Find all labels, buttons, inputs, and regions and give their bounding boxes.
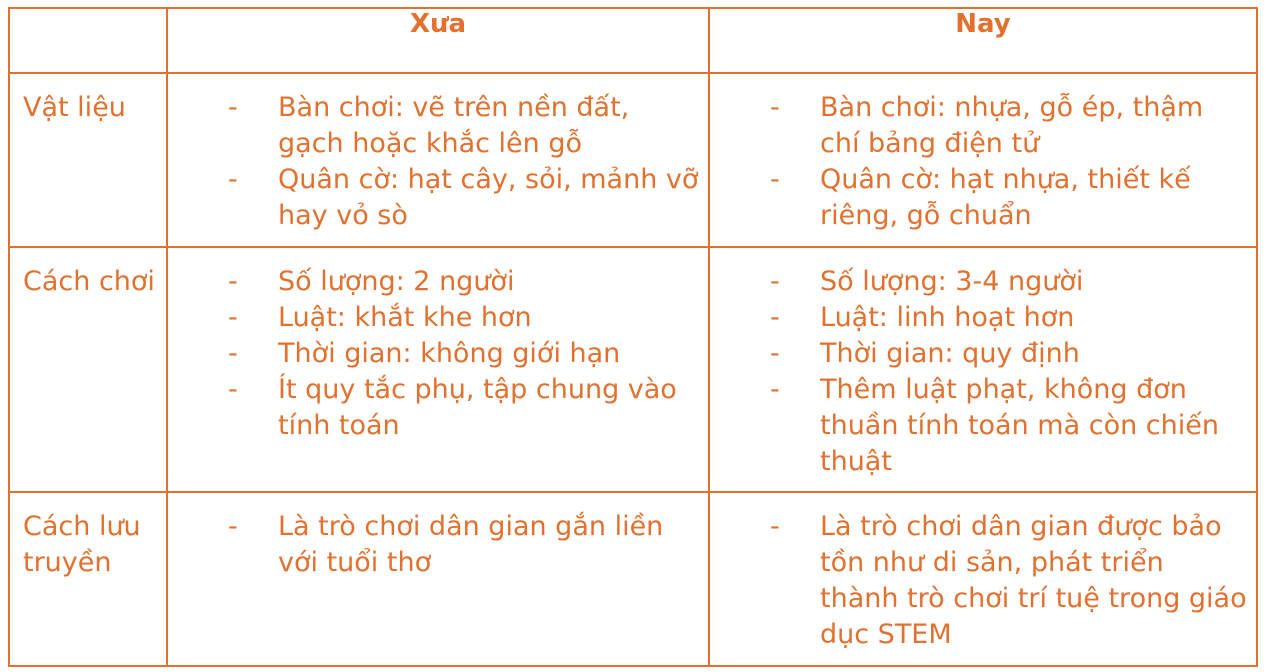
list-item: - Quân cờ: hạt cây, sỏi, mảnh vỡ hay vỏ s… (168, 162, 700, 234)
dash-bullet: - (228, 338, 238, 369)
row-label-heritage: Cách lưu truyền (23, 511, 141, 578)
old-cell: - Là trò chơi dân gian gắn liền với tuổi … (166, 491, 710, 667)
dash-bullet: - (228, 266, 238, 297)
new-list: - Bàn chơi: nhựa, gỗ ép, thậm chí bảng đi… (710, 74, 1256, 234)
dash-bullet: - (770, 164, 780, 195)
list-item-text: Luật: linh hoạt hơn (820, 302, 1075, 333)
dash-bullet: - (228, 92, 238, 123)
old-cell: - Số lượng: 2 người - Luật: khắt khe hơn -… (166, 246, 710, 493)
header-old: Xưa (166, 7, 710, 74)
list-item-text: Bàn chơi: nhựa, gỗ ép, thậm chí bảng điệ… (820, 92, 1204, 159)
dash-bullet: - (770, 511, 780, 542)
list-item-text: Ít quy tắc phụ, tập chung vào tính toán (278, 374, 677, 441)
list-item-text: Bàn chơi: vẽ trên nền đất, gạch hoặc khắ… (278, 92, 630, 159)
comparison-table-wrapper: Xưa Nay Vật liệu - Bàn chơi: vẽ trên nền … (8, 7, 1258, 667)
list-item: - Quân cờ: hạt nhựa, thiết kế riêng, gỗ c… (710, 162, 1248, 234)
comparison-table: Xưa Nay Vật liệu - Bàn chơi: vẽ trên nền … (8, 7, 1258, 667)
new-list: - Là trò chơi dân gian được bảo tồn như d… (710, 493, 1256, 653)
list-item-text: Luật: khắt khe hơn (278, 302, 532, 333)
old-list: - Là trò chơi dân gian gắn liền với tuổi … (168, 493, 708, 581)
row-label-gameplay: Cách chơi (23, 266, 155, 297)
list-item: - Thời gian: quy định (710, 336, 1248, 372)
dash-bullet: - (770, 374, 780, 405)
dash-bullet: - (770, 338, 780, 369)
table-row: Cách chơi - Số lượng: 2 người - Luật: khắt… (8, 246, 1258, 493)
new-cell: - Là trò chơi dân gian được bảo tồn như d… (708, 491, 1258, 667)
dash-bullet: - (770, 266, 780, 297)
list-item-text: Số lượng: 3-4 người (820, 266, 1084, 297)
list-item: - Là trò chơi dân gian gắn liền với tuổi … (168, 509, 700, 581)
header-empty-cell (8, 7, 168, 74)
dash-bullet: - (770, 92, 780, 123)
list-item: - Luật: khắt khe hơn (168, 300, 700, 336)
list-item: - Bàn chơi: nhựa, gỗ ép, thậm chí bảng đi… (710, 90, 1248, 162)
dash-bullet: - (228, 511, 238, 542)
list-item: - Số lượng: 3-4 người (710, 264, 1248, 300)
list-item-text: Là trò chơi dân gian được bảo tồn như di… (820, 511, 1247, 650)
row-label-cell: Cách chơi (8, 246, 168, 493)
list-item-text: Là trò chơi dân gian gắn liền với tuổi t… (278, 511, 664, 578)
row-label-cell: Cách lưu truyền (8, 491, 168, 667)
new-cell: - Bàn chơi: nhựa, gỗ ép, thậm chí bảng đi… (708, 72, 1258, 248)
dash-bullet: - (228, 302, 238, 333)
list-item: - Thời gian: không giới hạn (168, 336, 700, 372)
row-label-materials: Vật liệu (23, 92, 126, 123)
list-item-text: Số lượng: 2 người (278, 266, 515, 297)
table-row: Cách lưu truyền - Là trò chơi dân gian gắ… (8, 491, 1258, 667)
list-item: - Bàn chơi: vẽ trên nền đất, gạch hoặc kh… (168, 90, 700, 162)
new-list: - Số lượng: 3-4 người - Luật: linh hoạt hơ… (710, 248, 1256, 480)
dash-bullet: - (228, 164, 238, 195)
old-cell: - Bàn chơi: vẽ trên nền đất, gạch hoặc kh… (166, 72, 710, 248)
list-item: - Luật: linh hoạt hơn (710, 300, 1248, 336)
list-item-text: Thêm luật phạt, không đơn thuần tính toá… (820, 374, 1219, 477)
list-item: - Thêm luật phạt, không đơn thuần tính to… (710, 372, 1248, 480)
dash-bullet: - (770, 302, 780, 333)
row-label-cell: Vật liệu (8, 72, 168, 248)
old-list: - Bàn chơi: vẽ trên nền đất, gạch hoặc kh… (168, 74, 708, 234)
list-item: - Là trò chơi dân gian được bảo tồn như d… (710, 509, 1248, 653)
list-item: - Ít quy tắc phụ, tập chung vào tính toán (168, 372, 700, 444)
list-item-text: Thời gian: quy định (820, 338, 1080, 369)
table-row: Vật liệu - Bàn chơi: vẽ trên nền đất, gạc… (8, 72, 1258, 248)
list-item: - Số lượng: 2 người (168, 264, 700, 300)
header-new: Nay (708, 7, 1258, 74)
list-item-text: Quân cờ: hạt nhựa, thiết kế riêng, gỗ ch… (820, 164, 1191, 231)
list-item-text: Quân cờ: hạt cây, sỏi, mảnh vỡ hay vỏ sò (278, 164, 699, 231)
list-item-text: Thời gian: không giới hạn (278, 338, 621, 369)
old-list: - Số lượng: 2 người - Luật: khắt khe hơn -… (168, 248, 708, 444)
new-cell: - Số lượng: 3-4 người - Luật: linh hoạt hơ… (708, 246, 1258, 493)
table-header-row: Xưa Nay (8, 7, 1258, 74)
dash-bullet: - (228, 374, 238, 405)
